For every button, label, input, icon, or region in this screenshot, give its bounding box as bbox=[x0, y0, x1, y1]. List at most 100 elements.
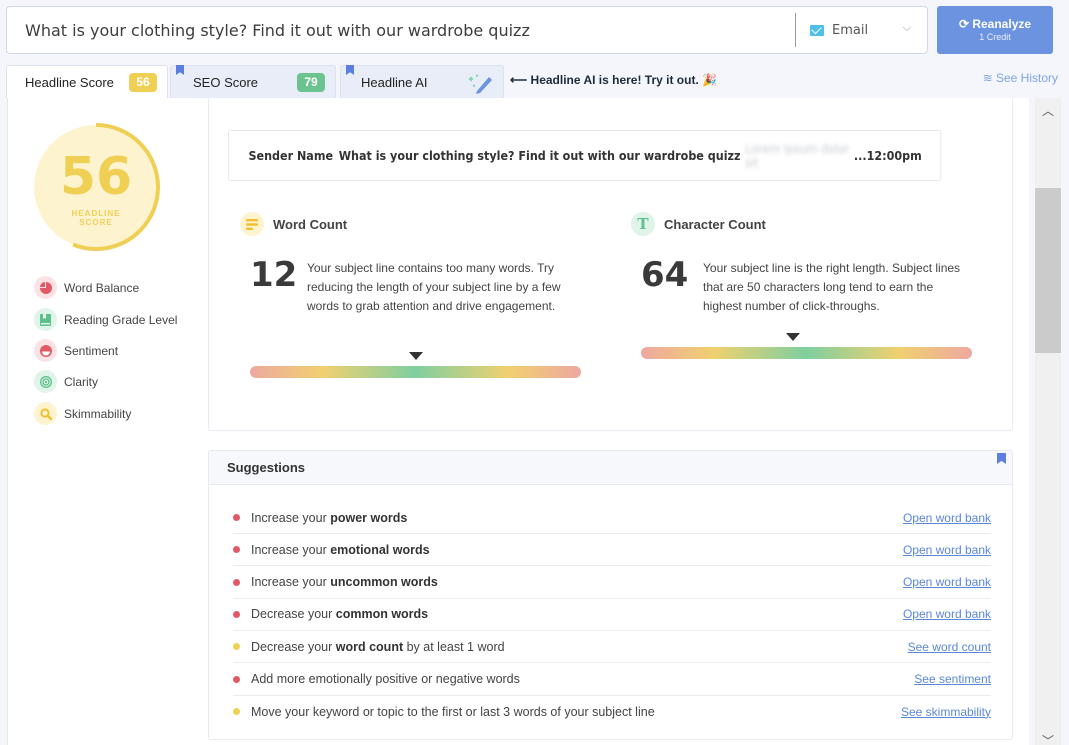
smile-icon bbox=[34, 339, 57, 362]
suggestion-text-pre: Increase your bbox=[251, 510, 331, 525]
length-analysis-card: Sender Name What is your clothing style?… bbox=[208, 98, 1013, 431]
preview-subject: What is your clothing style? Find it out… bbox=[338, 148, 741, 163]
suggestion-action-link[interactable]: Open word bank bbox=[903, 607, 991, 621]
suggestion-text-bold: word count bbox=[335, 639, 404, 654]
book-icon bbox=[34, 308, 57, 331]
scroll-up-arrow-icon[interactable]: ︿ bbox=[1035, 102, 1061, 119]
suggestion-text-pre: Increase your bbox=[251, 575, 331, 590]
bookmark-icon bbox=[176, 65, 184, 75]
status-dot bbox=[233, 546, 240, 554]
metric-reading-grade-level[interactable]: Reading Grade Level bbox=[34, 308, 177, 331]
character-count-value: 64 bbox=[641, 255, 689, 295]
suggestion-text-pre: Decrease your bbox=[251, 639, 336, 654]
pie-chart-icon bbox=[34, 276, 57, 299]
suggestions-card: Suggestions Increase your power words Ope… bbox=[208, 450, 1013, 740]
suggestion-action-link[interactable]: Open word bank bbox=[903, 575, 991, 589]
tab-seo-score[interactable]: SEO Score 79 bbox=[170, 65, 336, 98]
preview-sender: Sender Name bbox=[248, 148, 334, 163]
lines-icon bbox=[240, 212, 264, 236]
suggestion-text: Increase your uncommon words bbox=[251, 575, 438, 589]
headline-score-caption: HEADLINE SCORE bbox=[32, 209, 160, 227]
status-dot bbox=[233, 675, 240, 683]
character-count-label: Character Count bbox=[664, 216, 766, 232]
tab-headline-ai[interactable]: Headline AI bbox=[340, 65, 504, 98]
suggestions-header: Suggestions bbox=[209, 451, 1012, 485]
suggestion-action-link[interactable]: See skimmability bbox=[901, 705, 991, 719]
tab-label: Headline AI bbox=[361, 74, 428, 90]
content-type-label: Email bbox=[832, 22, 869, 38]
bookmark-icon bbox=[997, 453, 1006, 464]
suggestion-text-post: by at least 1 word bbox=[403, 639, 505, 654]
metric-skimmability[interactable]: Skimmability bbox=[34, 402, 131, 425]
status-dot bbox=[233, 578, 240, 586]
reanalyze-button[interactable]: ⟳ Reanalyze 1 Credit bbox=[937, 6, 1053, 54]
status-dot bbox=[233, 708, 240, 716]
text-t-icon: T bbox=[631, 212, 655, 236]
suggestion-text-pre: Decrease your bbox=[251, 607, 336, 622]
metric-clarity[interactable]: Clarity bbox=[34, 370, 98, 393]
score-badge: 56 bbox=[129, 73, 157, 92]
suggestion-row: Increase your uncommon words Open word ba… bbox=[233, 567, 991, 599]
suggestion-action-link[interactable]: Open word bank bbox=[903, 543, 991, 557]
tab-label: SEO Score bbox=[193, 74, 259, 90]
word-count-title: Word Count bbox=[240, 212, 347, 236]
character-count-title: T Character Count bbox=[631, 212, 766, 236]
suggestion-text-bold: common words bbox=[335, 607, 429, 622]
metric-sentiment[interactable]: Sentiment bbox=[34, 339, 118, 362]
metric-label: Word Balance bbox=[64, 280, 140, 295]
bookmark-icon bbox=[346, 65, 354, 75]
metric-word-balance[interactable]: Word Balance bbox=[34, 276, 139, 299]
magic-pencil-icon bbox=[468, 74, 492, 94]
headline-ai-promo[interactable]: ⟵ Headline AI is here! Try it out. 🎉 bbox=[510, 73, 717, 87]
headline-bar: Email ⌵ bbox=[6, 6, 928, 54]
suggestion-text-bold: power words bbox=[330, 510, 408, 525]
suggestion-text-pre: Add more emotionally positive or negativ… bbox=[251, 672, 520, 686]
see-history-link[interactable]: ≋ See History bbox=[983, 71, 1058, 85]
envelope-icon bbox=[810, 24, 824, 36]
metric-label: Skimmability bbox=[64, 406, 132, 421]
suggestion-text-pre: Increase your bbox=[251, 542, 331, 557]
suggestion-text: Move your keyword or topic to the first … bbox=[251, 705, 655, 719]
tab-headline-score[interactable]: Headline Score 56 bbox=[6, 65, 168, 98]
word-count-gauge bbox=[250, 366, 581, 378]
character-count-gauge bbox=[641, 347, 972, 359]
credit-cost: 1 Credit bbox=[979, 32, 1011, 42]
character-count-gauge-pointer bbox=[786, 333, 801, 341]
vertical-scrollbar[interactable]: ︿ ﹀ bbox=[1035, 98, 1061, 745]
word-count-description: Your subject line contains too many word… bbox=[307, 261, 561, 313]
scroll-down-arrow-icon[interactable]: ﹀ bbox=[1035, 732, 1061, 745]
suggestion-action-link[interactable]: See word count bbox=[908, 640, 991, 654]
suggestion-row: Add more emotionally positive or negativ… bbox=[233, 664, 991, 696]
status-dot bbox=[233, 514, 240, 521]
suggestion-text-bold: emotional words bbox=[330, 542, 430, 557]
suggestion-row: Increase your power words Open word bank bbox=[233, 502, 991, 534]
suggestion-text: Increase your power words bbox=[251, 511, 407, 525]
suggestion-row: Decrease your common words Open word bank bbox=[233, 599, 991, 631]
headline-score-value: 56 bbox=[59, 147, 133, 207]
reanalyze-label: ⟳ Reanalyze bbox=[958, 17, 1032, 31]
chevron-down-icon: ⌵ bbox=[902, 21, 911, 34]
suggestion-text-pre: Move your keyword or topic to the first … bbox=[251, 704, 655, 719]
suggestion-action-link[interactable]: Open word bank bbox=[903, 511, 991, 525]
see-history-label: See History bbox=[995, 71, 1058, 85]
suggestion-text: Decrease your word count by at least 1 w… bbox=[251, 640, 505, 654]
scrollbar-thumb[interactable] bbox=[1035, 188, 1061, 353]
suggestion-row: Increase your emotional words Open word b… bbox=[233, 534, 991, 567]
preview-ellipsis: ... bbox=[853, 148, 867, 163]
content-type-select[interactable]: Email ⌵ bbox=[795, 13, 927, 47]
headline-input[interactable] bbox=[7, 7, 795, 53]
target-icon bbox=[34, 370, 57, 393]
main-panel: Sender Name What is your clothing style?… bbox=[207, 98, 1029, 745]
suggestions-title: Suggestions bbox=[227, 460, 306, 475]
headline-score-ring: 56 HEADLINE SCORE bbox=[32, 123, 160, 251]
status-dot bbox=[233, 643, 240, 651]
metric-label: Clarity bbox=[64, 374, 99, 389]
score-badge: 79 bbox=[297, 73, 325, 92]
caption-line: HEADLINE bbox=[71, 209, 121, 218]
preview-text: Lorem ipsum dolor sit bbox=[745, 141, 850, 170]
suggestion-text: Decrease your common words bbox=[251, 607, 428, 621]
preview-time: 12:00pm bbox=[866, 148, 922, 163]
word-count-gauge-pointer bbox=[408, 352, 423, 360]
metric-label: Sentiment bbox=[64, 343, 119, 358]
suggestion-action-link[interactable]: See sentiment bbox=[914, 672, 991, 686]
